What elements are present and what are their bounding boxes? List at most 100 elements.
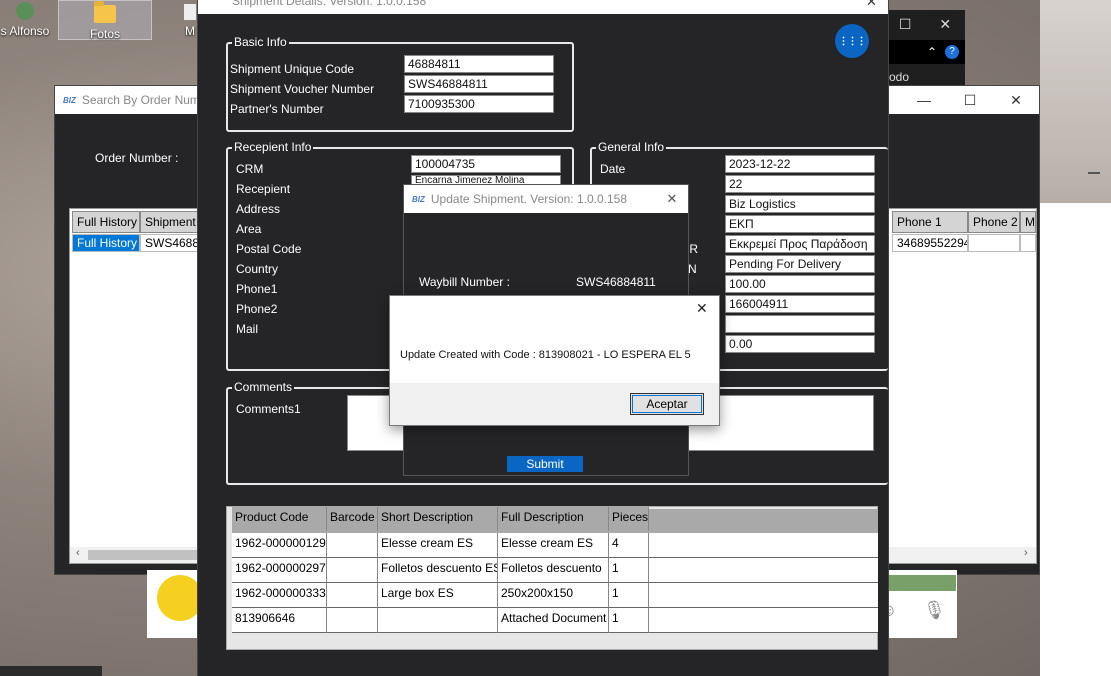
date-field[interactable]: 2023-12-22 xyxy=(725,155,875,173)
scroll-left-icon[interactable]: ‹ xyxy=(76,547,80,559)
table-row-filler xyxy=(649,533,878,558)
column-header[interactable]: Full History xyxy=(72,211,140,233)
minimize-icon[interactable] xyxy=(1088,172,1100,174)
table-cell[interactable]: Folletos descuento ES xyxy=(378,558,498,583)
desktop-icon-user[interactable]: s Alfonso xyxy=(0,0,50,40)
microphone-icon[interactable]: 🎙 xyxy=(923,600,946,621)
general-field[interactable]: ΕΚΠ xyxy=(725,215,875,233)
table-cell[interactable] xyxy=(327,558,378,583)
table-cell[interactable]: 1 xyxy=(609,558,649,583)
column-header[interactable]: Phone 2 xyxy=(968,211,1020,233)
comments-title: Comments xyxy=(232,380,295,394)
table-cell[interactable]: Elesse cream ES xyxy=(498,533,609,558)
crm-field[interactable]: 100004735 xyxy=(411,155,561,173)
shipment-window-titlebar[interactable]: Shipment Details. Version: 1.0.0.158 ✕ xyxy=(198,0,888,14)
maximize-icon[interactable]: ☐ xyxy=(899,16,912,33)
close-icon[interactable]: ✕ xyxy=(939,16,951,33)
column-header[interactable]: M xyxy=(1020,211,1036,233)
table-cell[interactable]: 1962-000000129 xyxy=(232,533,327,558)
close-icon[interactable]: ✕ xyxy=(656,191,688,207)
table-cell[interactable] xyxy=(378,608,498,633)
column-header[interactable]: Barcode xyxy=(327,507,378,531)
menu-dots-button[interactable]: ⋮⋮⋮ xyxy=(835,24,869,58)
table-cell[interactable]: 4 xyxy=(609,533,649,558)
grid-dots-icon: ⋮⋮⋮ xyxy=(838,35,867,47)
biz-logo-icon: BIZ xyxy=(63,95,76,105)
help-icon[interactable]: ? xyxy=(945,45,959,59)
general-field[interactable]: 0.00 xyxy=(725,335,875,353)
table-cell[interactable] xyxy=(327,583,378,608)
close-icon[interactable]: ✕ xyxy=(696,300,708,317)
message-box: ✕ Update Created with Code : 813908021 -… xyxy=(389,295,720,426)
column-header[interactable]: Product Code xyxy=(232,507,327,531)
recipient-label: Recepient xyxy=(236,182,291,196)
column-header[interactable]: Phone 1 xyxy=(892,211,968,233)
column-header[interactable]: Full Description xyxy=(498,507,609,531)
phone2-label: Phone2 xyxy=(236,302,278,316)
partner-number-field[interactable]: 7100935300 xyxy=(404,95,554,113)
area-label: Area xyxy=(236,222,262,236)
waybill-number-label: Waybill Number : xyxy=(419,275,510,289)
table-cell[interactable]: 1962-000000333 xyxy=(232,583,327,608)
table-cell[interactable]: Folletos descuento xyxy=(498,558,609,583)
mail-label: Mail xyxy=(236,322,259,336)
table-cell[interactable]: 1 xyxy=(609,608,649,633)
status-en-field[interactable]: Pending For Delivery xyxy=(725,255,875,273)
address-label: Address xyxy=(236,202,281,216)
field-label: Shipment Unique Code xyxy=(230,62,355,76)
table-cell[interactable] xyxy=(327,608,378,633)
table-cell[interactable] xyxy=(327,533,378,558)
grid-cell[interactable] xyxy=(1020,234,1036,252)
order-number-label: Order Number : xyxy=(95,151,179,165)
column-header[interactable]: Pieces xyxy=(609,507,649,531)
shipment-unique-code-field[interactable]: 46884811 xyxy=(404,55,554,73)
desktop-icon-label: Fotos xyxy=(89,27,120,41)
waybill-number-value: SWS46884811 xyxy=(576,275,656,289)
table-row-filler xyxy=(649,608,878,633)
submit-button[interactable]: Submit xyxy=(507,456,583,472)
biz-logo-icon: BIZ xyxy=(412,194,425,204)
general-field[interactable] xyxy=(725,315,875,333)
scroll-right-icon[interactable]: › xyxy=(1024,547,1028,559)
table-cell[interactable]: Large box ES xyxy=(378,583,498,608)
table-cell[interactable]: Attached Document xyxy=(498,608,609,633)
general-field[interactable]: 22 xyxy=(725,175,875,193)
general-field[interactable]: Biz Logistics xyxy=(725,195,875,213)
comments1-label: Comments1 xyxy=(236,402,301,416)
message-box-footer: Aceptar xyxy=(390,383,719,425)
country-label: Country xyxy=(236,262,279,276)
selected-grid-cell[interactable]: Full History xyxy=(72,234,140,252)
minimize-icon[interactable]: — xyxy=(901,86,947,114)
crm-label: CRM xyxy=(236,162,264,176)
maximize-icon[interactable]: ☐ xyxy=(947,86,993,114)
column-header[interactable]: Short Description xyxy=(378,507,498,531)
table-cell[interactable]: 250x200x150 xyxy=(498,583,609,608)
chevron-up-icon[interactable]: ⌃ xyxy=(927,45,937,59)
desktop-icon-fotos[interactable]: Fotos xyxy=(58,0,152,41)
general-info-title: General Info xyxy=(596,140,667,154)
grid-cell[interactable]: 34689552294 xyxy=(892,234,968,252)
close-icon[interactable]: ✕ xyxy=(993,86,1039,114)
table-cell[interactable]: 1962-000000297 xyxy=(232,558,327,583)
taskbar-fragment xyxy=(0,666,102,676)
background-window: ☐ ✕ ⌃ ? odo xyxy=(885,10,965,90)
background-window-text: odo xyxy=(889,70,910,84)
general-field[interactable]: 100.00 xyxy=(725,275,875,293)
basic-info-title: Basic Info xyxy=(232,35,289,49)
update-window-titlebar[interactable]: BIZ Update Shipment. Version: 1.0.0.158 … xyxy=(404,185,688,213)
shipment-window-title: Shipment Details. Version: 1.0.0.158 xyxy=(232,0,427,8)
table-cell[interactable]: 1 xyxy=(609,583,649,608)
scrollbar-thumb[interactable] xyxy=(88,550,198,560)
accept-button[interactable]: Aceptar xyxy=(630,393,704,415)
field-label: Partner's Number xyxy=(230,102,324,116)
voucher-number-field[interactable]: SWS46884811 xyxy=(404,75,554,93)
products-table: Product Code Barcode Short Description F… xyxy=(226,506,878,650)
general-field[interactable]: 166004911 xyxy=(725,295,875,313)
table-cell[interactable]: Elesse cream ES xyxy=(378,533,498,558)
table-row-filler xyxy=(649,558,878,583)
table-cell[interactable]: 813906646 xyxy=(232,608,327,633)
grid-cell[interactable] xyxy=(968,234,1020,252)
close-icon[interactable]: ✕ xyxy=(866,0,877,10)
status-gr-field[interactable]: Εκκρεμεί Προς Παράδοση xyxy=(725,235,875,253)
desktop-icon-label: s Alfonso xyxy=(0,24,50,38)
